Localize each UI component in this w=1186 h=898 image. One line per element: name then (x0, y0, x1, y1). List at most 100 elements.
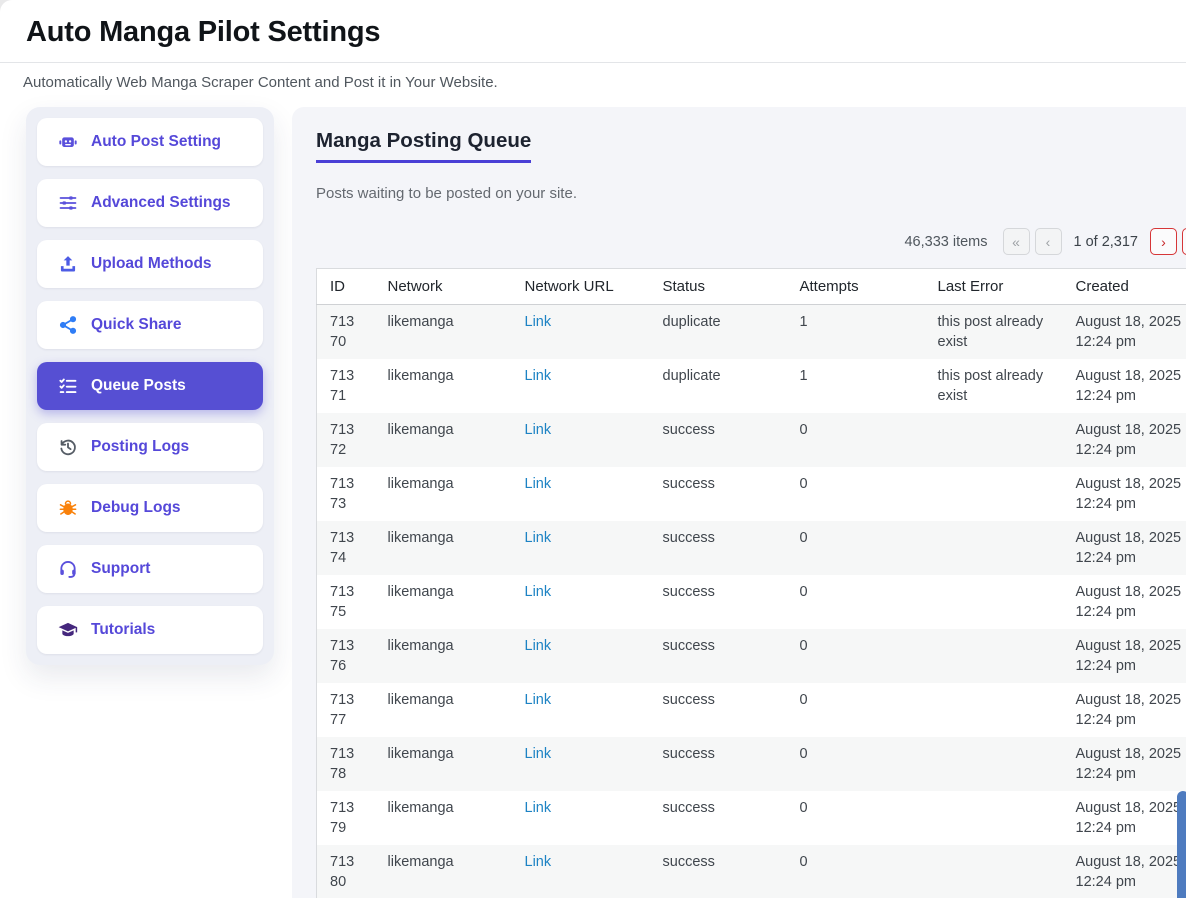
cell-attempts: 1 (787, 359, 925, 413)
cell-attempts: 0 (787, 683, 925, 737)
cell-last-error (925, 683, 1063, 737)
cell-attempts: 0 (787, 629, 925, 683)
header-divider (0, 62, 1186, 63)
cell-id: 71372 (317, 413, 375, 467)
network-url-link[interactable]: Link (525, 422, 552, 438)
sidebar-item-debug-logs[interactable]: Debug Logs (37, 484, 263, 532)
robot-icon (58, 132, 78, 152)
cell-last-error (925, 791, 1063, 845)
last-page-button[interactable]: » (1182, 228, 1186, 255)
network-url-link[interactable]: Link (525, 476, 552, 492)
sidebar-item-label: Advanced Settings (91, 194, 231, 212)
table-row: 71371 likemanga Link duplicate 1 this po… (317, 359, 1186, 413)
cell-created: August 18, 2025 12:24 pm (1063, 575, 1186, 629)
queue-panel: Manga Posting Queue Posts waiting to be … (292, 107, 1186, 898)
cell-last-error (925, 845, 1063, 898)
cell-status: success (650, 791, 787, 845)
vertical-scrollbar-thumb[interactable] (1177, 791, 1186, 898)
table-row: 71375 likemanga Link success 0 August 18… (317, 575, 1186, 629)
sidebar-item-support[interactable]: Support (37, 545, 263, 593)
cell-status: success (650, 683, 787, 737)
cell-attempts: 0 (787, 575, 925, 629)
cell-network-url: Link (512, 413, 650, 467)
table-row: 71374 likemanga Link success 0 August 18… (317, 521, 1186, 575)
cell-id: 71370 (317, 305, 375, 360)
cell-created: August 18, 2025 12:24 pm (1063, 467, 1186, 521)
network-url-link[interactable]: Link (525, 800, 552, 816)
cell-network: likemanga (375, 305, 512, 360)
cell-attempts: 0 (787, 413, 925, 467)
sidebar-item-tutorials[interactable]: Tutorials (37, 606, 263, 654)
cell-created: August 18, 2025 12:24 pm (1063, 845, 1186, 898)
column-header-status: Status (650, 269, 787, 305)
table-header-row: IDNetworkNetwork URLStatusAttemptsLast E… (317, 269, 1186, 305)
graduation-cap-icon (58, 620, 78, 640)
pagination: 46,333 items « ‹ 1 of 2,317 › » (316, 228, 1186, 255)
cell-status: success (650, 629, 787, 683)
network-url-link[interactable]: Link (525, 530, 552, 546)
panel-description: Posts waiting to be posted on your site. (316, 185, 1186, 202)
cell-last-error (925, 629, 1063, 683)
cell-network: likemanga (375, 467, 512, 521)
paging-position: 1 of 2,317 (1074, 234, 1139, 250)
first-page-button: « (1003, 228, 1030, 255)
column-header-network: Network (375, 269, 512, 305)
cell-last-error (925, 467, 1063, 521)
sidebar-item-posting-logs[interactable]: Posting Logs (37, 423, 263, 471)
list-check-icon (58, 376, 78, 396)
sidebar-item-label: Tutorials (91, 621, 155, 639)
cell-status: success (650, 413, 787, 467)
cell-network-url: Link (512, 737, 650, 791)
network-url-link[interactable]: Link (525, 746, 552, 762)
cell-id: 71376 (317, 629, 375, 683)
cell-attempts: 1 (787, 305, 925, 360)
cell-created: August 18, 2025 12:24 pm (1063, 629, 1186, 683)
next-page-button[interactable]: › (1150, 228, 1177, 255)
cell-created: August 18, 2025 12:24 pm (1063, 413, 1186, 467)
cell-attempts: 0 (787, 467, 925, 521)
cell-network-url: Link (512, 629, 650, 683)
cell-attempts: 0 (787, 521, 925, 575)
sidebar-item-label: Auto Post Setting (91, 133, 221, 151)
table-row: 71379 likemanga Link success 0 August 18… (317, 791, 1186, 845)
cell-created: August 18, 2025 12:24 pm (1063, 359, 1186, 413)
network-url-link[interactable]: Link (525, 692, 552, 708)
table-row: 71378 likemanga Link success 0 August 18… (317, 737, 1186, 791)
cell-network-url: Link (512, 521, 650, 575)
page-header: Auto Manga Pilot Settings Automatically … (0, 0, 1186, 91)
sidebar-item-advanced-settings[interactable]: Advanced Settings (37, 179, 263, 227)
cell-network: likemanga (375, 845, 512, 898)
cell-created: August 18, 2025 12:24 pm (1063, 683, 1186, 737)
network-url-link[interactable]: Link (525, 638, 552, 654)
cell-status: success (650, 467, 787, 521)
sidebar-item-auto-post-setting[interactable]: Auto Post Setting (37, 118, 263, 166)
table-row: 71376 likemanga Link success 0 August 18… (317, 629, 1186, 683)
sidebar-item-queue-posts[interactable]: Queue Posts (37, 362, 263, 410)
network-url-link[interactable]: Link (525, 854, 552, 870)
network-url-link[interactable]: Link (525, 584, 552, 600)
cell-network: likemanga (375, 737, 512, 791)
cell-id: 71371 (317, 359, 375, 413)
cell-network-url: Link (512, 305, 650, 360)
sidebar-item-quick-share[interactable]: Quick Share (37, 301, 263, 349)
cell-last-error (925, 737, 1063, 791)
cell-network-url: Link (512, 359, 650, 413)
items-count: 46,333 items (904, 234, 987, 250)
share-nodes-icon (58, 315, 78, 335)
cell-network-url: Link (512, 683, 650, 737)
cell-attempts: 0 (787, 845, 925, 898)
table-row: 71380 likemanga Link success 0 August 18… (317, 845, 1186, 898)
cell-network-url: Link (512, 467, 650, 521)
cell-last-error: this post already exist (925, 305, 1063, 360)
cell-network: likemanga (375, 791, 512, 845)
sidebar-item-upload-methods[interactable]: Upload Methods (37, 240, 263, 288)
network-url-link[interactable]: Link (525, 314, 552, 330)
upload-icon (58, 254, 78, 274)
cell-network-url: Link (512, 575, 650, 629)
column-header-id: ID (317, 269, 375, 305)
cell-attempts: 0 (787, 791, 925, 845)
sliders-icon (58, 193, 78, 213)
network-url-link[interactable]: Link (525, 368, 552, 384)
cell-id: 71379 (317, 791, 375, 845)
column-header-attempts: Attempts (787, 269, 925, 305)
